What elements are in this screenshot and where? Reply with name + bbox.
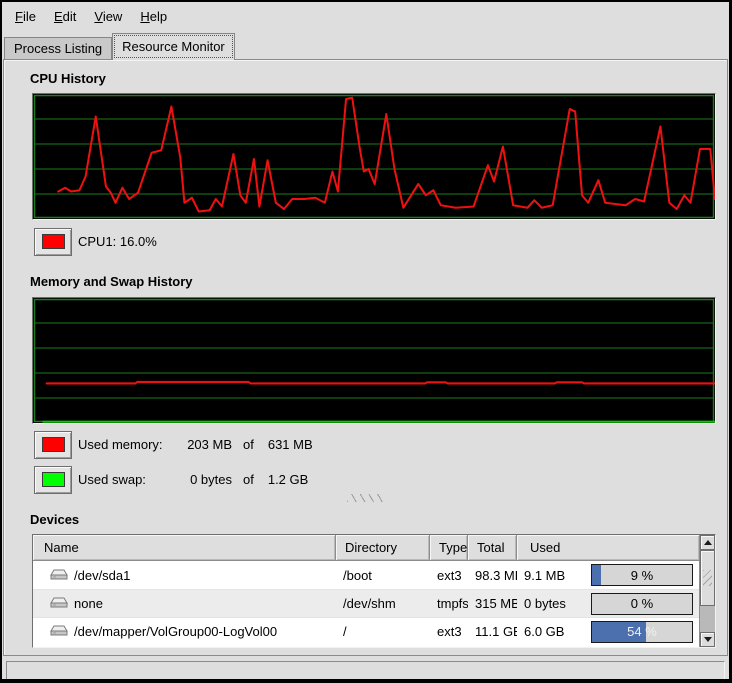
swap-legend-label: Used swap:: [78, 472, 175, 487]
disk-icon: [50, 597, 68, 610]
cpu-color-button[interactable]: [34, 228, 72, 256]
scrollbar-thumb[interactable]: [700, 550, 715, 606]
cpu-color-swatch: [42, 234, 65, 249]
devices-title: Devices: [30, 512, 79, 527]
menubar: File Edit View Help: [2, 2, 729, 31]
device-total-cell: 315 MB: [468, 590, 517, 617]
scroll-up-button[interactable]: [700, 535, 715, 550]
usage-progressbar: 54 %: [591, 621, 693, 643]
menu-file[interactable]: File: [6, 5, 45, 28]
memory-legend-label: Used memory:: [78, 437, 175, 452]
device-directory-cell: /boot: [336, 561, 430, 589]
table-row[interactable]: /dev/sda1/bootext398.3 MB9.1 MB9 %: [33, 561, 699, 589]
scrollbar-trough[interactable]: [700, 606, 715, 632]
memory-total-value: 631 MB: [268, 437, 313, 452]
table-row[interactable]: none/dev/shmtmpfs315 MB0 bytes0 %: [33, 589, 699, 617]
memory-color-swatch: [42, 437, 65, 452]
up-arrow-icon: [704, 540, 712, 545]
device-name-cell: /dev/sda1: [33, 561, 336, 589]
disk-icon: [50, 625, 68, 638]
column-header-name[interactable]: Name: [33, 535, 336, 561]
cpu-history-title: CPU History: [30, 71, 106, 86]
devices-scrollbar[interactable]: [699, 535, 715, 647]
devices-table-header: Name Directory Type Total Used: [33, 535, 699, 561]
memory-swap-title: Memory and Swap History: [30, 274, 193, 289]
device-type-cell: ext3: [430, 561, 468, 589]
menu-edit[interactable]: Edit: [45, 5, 85, 28]
device-used-cell: 0 bytes0 %: [517, 590, 699, 617]
usage-percent-label: 54 %: [592, 622, 692, 642]
usage-percent-label: 9 %: [592, 565, 692, 585]
tab-process-listing[interactable]: Process Listing: [4, 37, 112, 60]
swap-total-value: 1.2 GB: [268, 472, 308, 487]
device-total-cell: 98.3 MB: [468, 561, 517, 589]
column-header-directory[interactable]: Directory: [336, 535, 430, 561]
memory-used-value: 203 MB: [175, 437, 232, 452]
swap-legend-row: Used swap: 0 bytes of 1.2 GB: [34, 465, 308, 494]
device-rows: /dev/sda1/bootext398.3 MB9.1 MB9 % none/…: [33, 561, 699, 645]
usage-percent-label: 0 %: [592, 594, 692, 614]
memory-swap-chart: [32, 297, 716, 424]
memory-legend-row: Used memory: 203 MB of 631 MB: [34, 430, 313, 459]
cpu-legend-row: CPU1: 16.0%: [34, 227, 157, 256]
cpu-legend-label: CPU1: 16.0%: [78, 234, 157, 249]
devices-table: Name Directory Type Total Used /dev/sda1…: [32, 534, 716, 648]
menu-view[interactable]: View: [85, 5, 131, 28]
notebook-tabs: Process Listing Resource Monitor: [4, 31, 235, 60]
menu-help[interactable]: Help: [131, 5, 176, 28]
usage-progressbar: 9 %: [591, 564, 693, 586]
scrollbar-grip-icon: [703, 570, 712, 586]
device-directory-cell: /: [336, 618, 430, 645]
swap-color-swatch: [42, 472, 65, 487]
system-monitor-window: File Edit View Help Process Listing Reso…: [0, 0, 732, 683]
resource-monitor-page: CPU History CPU1: 16.0% Memory and Swap …: [3, 59, 728, 656]
memory-color-button[interactable]: [34, 431, 72, 459]
column-header-used[interactable]: Used: [517, 535, 699, 561]
statusbar: [6, 661, 725, 680]
scroll-down-button[interactable]: [700, 632, 715, 647]
device-name-cell: none: [33, 590, 336, 617]
device-name-cell: /dev/mapper/VolGroup00-LogVol00: [33, 618, 336, 645]
device-type-cell: ext3: [430, 618, 468, 645]
memory-of-text: of: [243, 437, 254, 452]
disk-icon: [50, 569, 68, 582]
table-row[interactable]: /dev/mapper/VolGroup00-LogVol00/ext311.1…: [33, 617, 699, 645]
column-header-type[interactable]: Type: [430, 535, 468, 561]
device-used-cell: 6.0 GB54 %: [517, 618, 699, 645]
device-directory-cell: /dev/shm: [336, 590, 430, 617]
device-total-cell: 11.1 GB: [468, 618, 517, 645]
swap-of-text: of: [243, 472, 254, 487]
cpu-history-chart: [32, 93, 716, 220]
usage-progressbar: 0 %: [591, 593, 693, 615]
pane-resize-grip[interactable]: [347, 494, 385, 502]
tab-resource-monitor[interactable]: Resource Monitor: [112, 33, 235, 60]
column-header-total[interactable]: Total: [468, 535, 517, 561]
device-used-cell: 9.1 MB9 %: [517, 561, 699, 589]
swap-used-value: 0 bytes: [175, 472, 232, 487]
swap-color-button[interactable]: [34, 466, 72, 494]
down-arrow-icon: [704, 637, 712, 642]
device-type-cell: tmpfs: [430, 590, 468, 617]
